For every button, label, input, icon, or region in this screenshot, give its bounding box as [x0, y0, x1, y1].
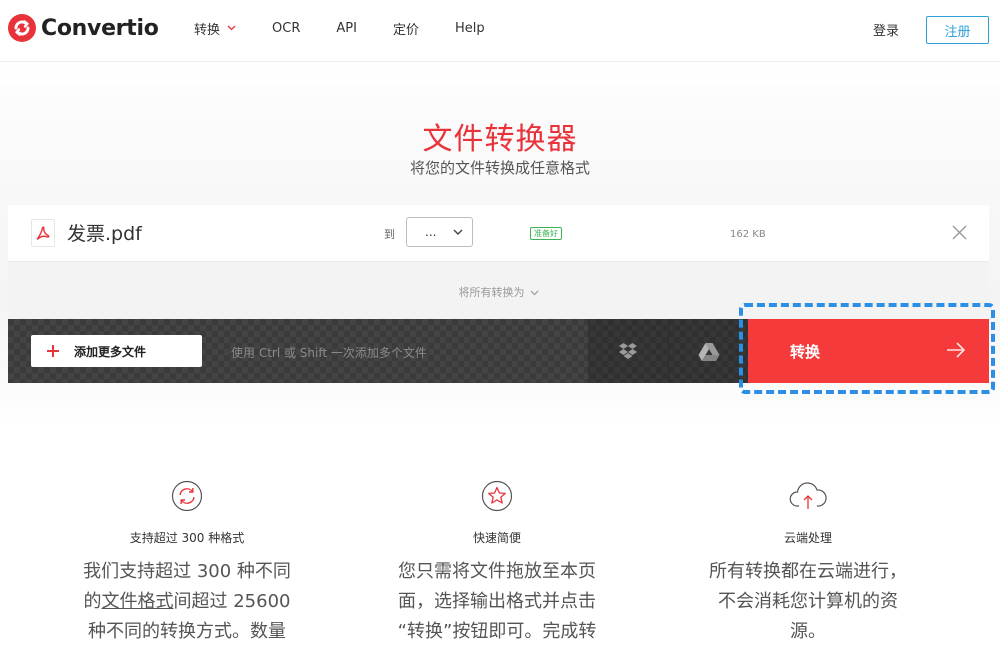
logo-icon	[8, 14, 36, 42]
signup-button[interactable]: 注册	[926, 16, 989, 44]
feature-fast-easy: 快速简便 您只需将文件拖放至本页 面，选择输出格式并点击 “转换”按钮即可。完成…	[357, 480, 637, 647]
main-nav: 转换 OCR API 定价 Help	[194, 0, 521, 56]
google-drive-button[interactable]	[668, 319, 748, 383]
feature-title: 云端处理	[783, 531, 832, 545]
file-formats-link[interactable]: 文件格式	[102, 591, 174, 612]
feature-cloud: 云端处理 所有转换都在云端进行， 不会消耗您计算机的资 源。	[668, 480, 948, 647]
file-size: 162 KB	[730, 229, 766, 240]
format-select[interactable]: ...	[406, 217, 473, 247]
google-drive-icon	[698, 342, 719, 361]
feature-description: 您只需将文件拖放至本页 面，选择输出格式并点击 “转换”按钮即可。完成转	[386, 557, 608, 647]
nav-pricing[interactable]: 定价	[393, 19, 419, 38]
to-label: 到	[384, 228, 395, 241]
logo-text: Convertio	[41, 15, 159, 41]
nav-api[interactable]: API	[336, 21, 357, 36]
feature-desc-text: 的	[83, 591, 102, 612]
convert-button[interactable]: 转换	[748, 319, 989, 383]
feature-desc-line: 源。	[790, 621, 826, 642]
close-icon[interactable]	[951, 224, 968, 241]
format-select-value: ...	[425, 225, 437, 239]
feature-desc-line: 您只需将文件拖放至本页	[398, 561, 596, 582]
star-icon	[481, 480, 513, 512]
cloud-upload-icon	[789, 482, 827, 509]
feature-title: 支持超过 300 种格式	[129, 531, 245, 545]
login-link[interactable]: 登录	[873, 20, 899, 39]
multi-select-hint: 使用 Ctrl 或 Shift 一次添加多个文件	[231, 346, 427, 360]
file-row: 发票.pdf 到 ... 准备好 162 KB	[8, 205, 989, 262]
refresh-icon	[171, 480, 203, 512]
feature-desc-line: 面，选择输出格式并点击	[398, 591, 596, 612]
action-bar: 添加更多文件 使用 Ctrl 或 Shift 一次添加多个文件 转换	[8, 319, 989, 383]
file-name: 发票.pdf	[67, 223, 142, 245]
chevron-down-icon	[530, 290, 538, 296]
page-subtitle: 将您的文件转换成任意格式	[409, 159, 590, 177]
chevron-down-icon	[453, 229, 463, 235]
feature-desc-line: 所有转换都在云端进行，	[709, 561, 907, 582]
convert-button-label: 转换	[790, 343, 821, 361]
feature-description: 所有转换都在云端进行， 不会消耗您计算机的资 源。	[697, 557, 919, 647]
convert-all-dropdown[interactable]: 将所有转换为	[8, 284, 989, 300]
status-badge: 准备好	[530, 227, 562, 240]
nav-ocr[interactable]: OCR	[272, 21, 300, 36]
top-header: Convertio 转换 OCR API 定价 Help 登录 注册	[0, 0, 1000, 62]
feature-desc-text: 间超过 25600	[173, 591, 291, 612]
logo[interactable]: Convertio	[8, 11, 159, 45]
convert-all-row: 将所有转换为	[8, 262, 989, 319]
dropbox-button[interactable]	[588, 319, 668, 383]
feature-desc-line: 不会消耗您计算机的资	[718, 591, 898, 612]
feature-description: 我们支持超过 300 种不同 的文件格式间超过 25600 种不同的转换方式。数…	[76, 557, 298, 647]
nav-convert-label: 转换	[194, 22, 221, 38]
nav-help[interactable]: Help	[455, 21, 485, 36]
dropbox-icon	[619, 343, 637, 359]
pdf-icon	[31, 219, 55, 247]
arrow-right-icon	[947, 342, 966, 358]
add-more-files-label: 添加更多文件	[74, 344, 147, 359]
feature-desc-line: 种不同的转换方式。数量	[88, 621, 286, 642]
feature-title: 快速简便	[472, 531, 521, 545]
chevron-down-icon	[227, 25, 236, 31]
nav-convert[interactable]: 转换	[194, 19, 236, 38]
convert-all-label: 将所有转换为	[458, 286, 525, 299]
feature-formats: 支持超过 300 种格式 我们支持超过 300 种不同 的文件格式间超过 256…	[47, 480, 327, 647]
page-title: 文件转换器	[422, 122, 578, 157]
feature-desc-line: “转换”按钮即可。完成转	[397, 621, 597, 642]
feature-desc-line: 我们支持超过 300 种不同	[83, 561, 291, 582]
add-more-files-button[interactable]: 添加更多文件	[31, 335, 202, 367]
plus-icon	[47, 345, 59, 357]
